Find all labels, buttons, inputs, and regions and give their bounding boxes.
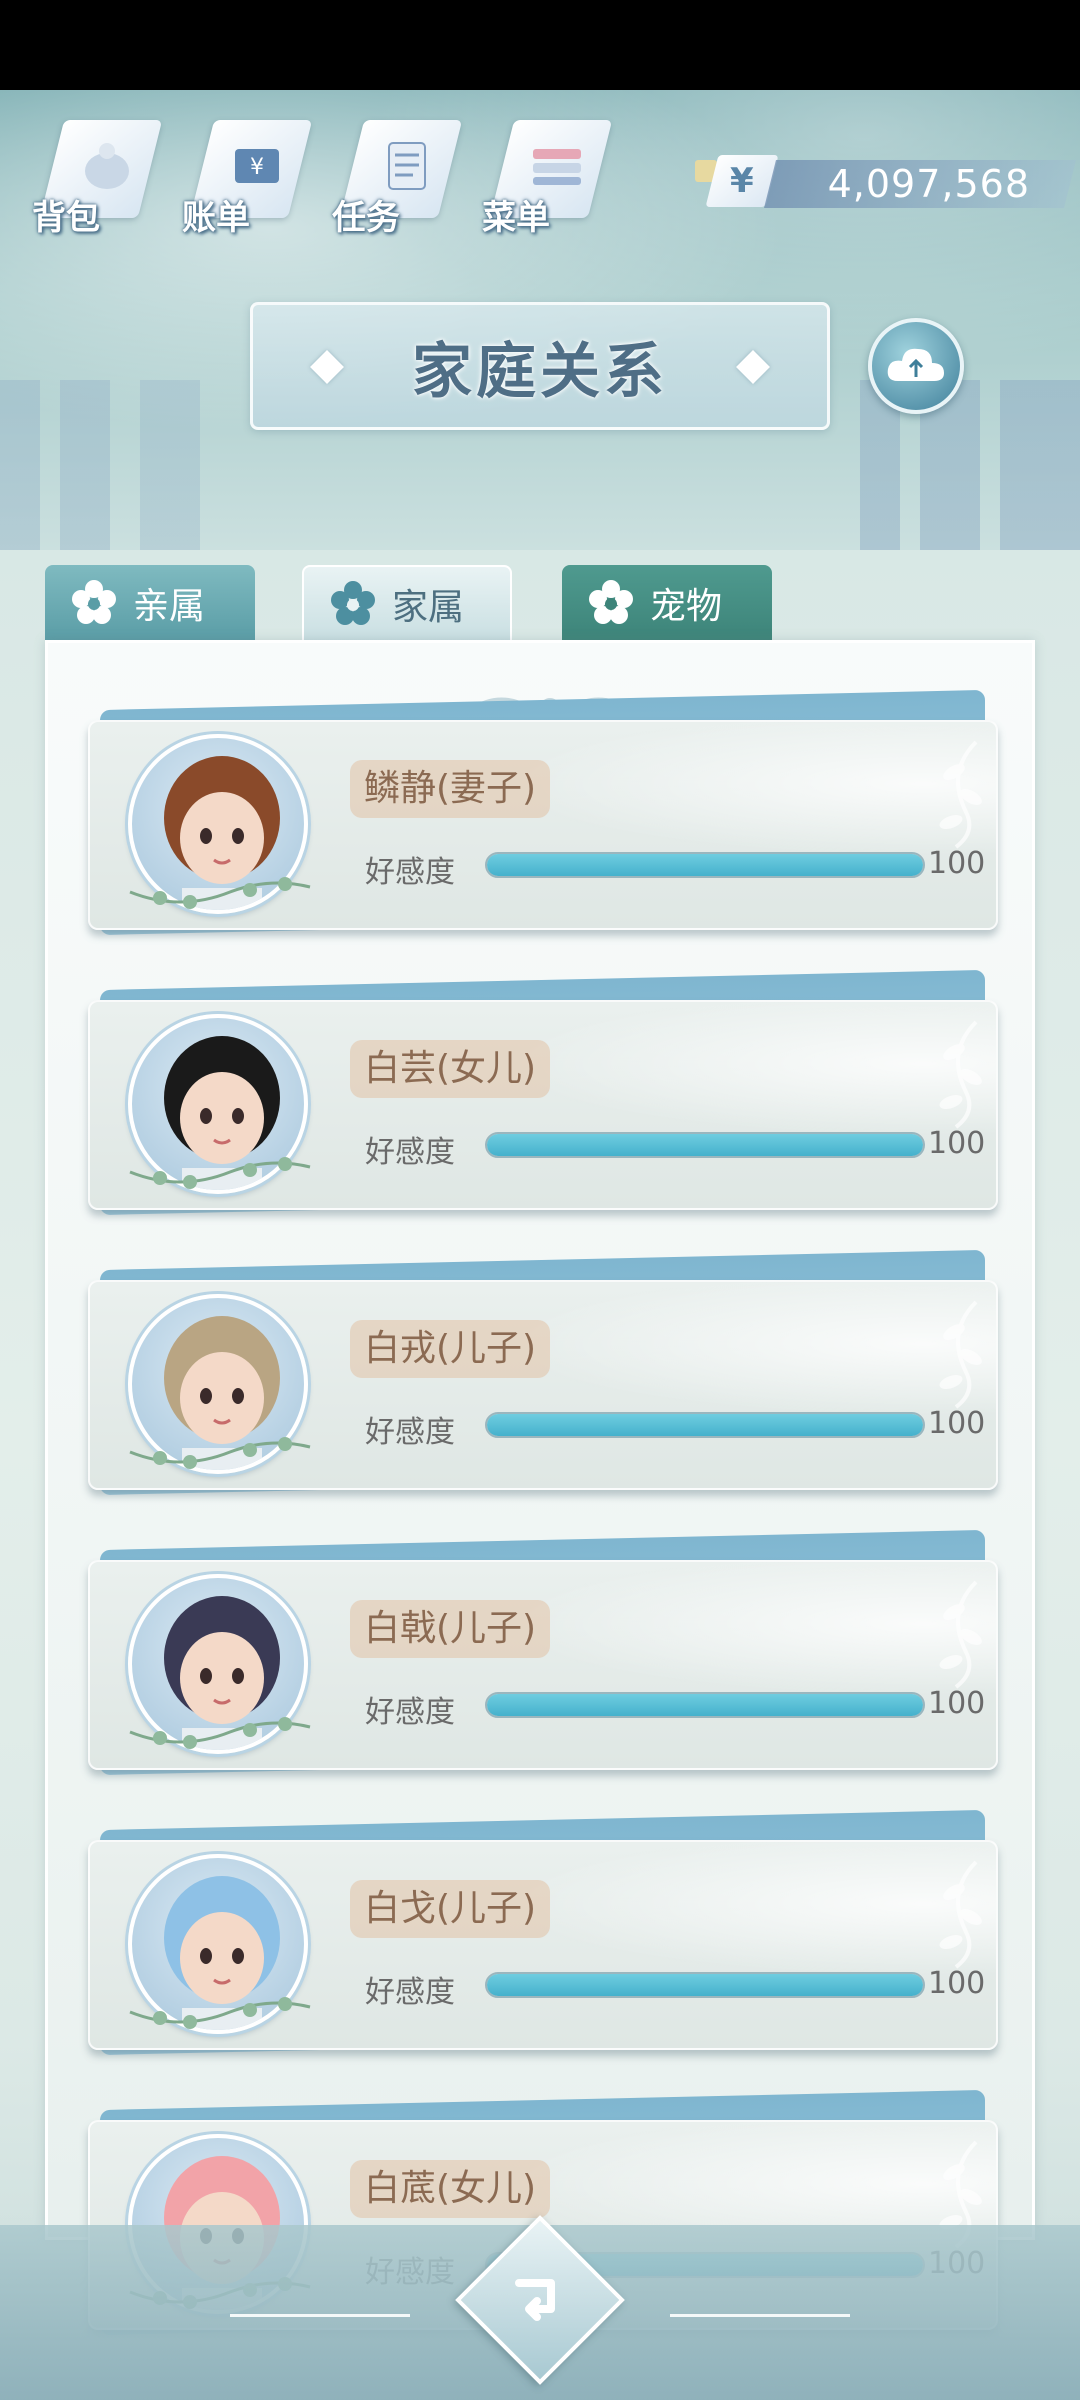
family-member-card[interactable]: 白戈(儿子) 好感度 100 — [88, 1809, 998, 2056]
leaf-decoration-icon — [939, 1860, 982, 1969]
affection-label: 好感度 — [365, 1415, 455, 1450]
vine-decoration-icon — [129, 1157, 311, 1189]
card-face: 白戟(儿子) 好感度 100 — [88, 1560, 998, 1770]
family-member-card[interactable]: 白芸(女儿) 好感度 100 — [88, 969, 998, 1216]
svg-text:¥: ¥ — [250, 155, 264, 180]
affection-bar — [485, 1132, 925, 1158]
nav-menu[interactable]: 菜单 — [470, 100, 620, 250]
affection-bar — [485, 1972, 925, 1998]
tab-family[interactable]: 家属 — [302, 565, 512, 641]
affection-bar-fill — [487, 854, 923, 876]
affection-value: 100 — [928, 846, 986, 881]
vine-decoration-icon — [129, 1437, 311, 1469]
affection-label: 好感度 — [365, 1695, 455, 1730]
currency-value: 4,097,568 — [827, 162, 1030, 206]
affection-value: 100 — [928, 1126, 986, 1161]
family-member-card[interactable]: 白戎(儿子) 好感度 100 — [88, 1249, 998, 1496]
vine-decoration-icon — [129, 1997, 311, 2029]
cloud-icon — [887, 348, 944, 381]
member-name: 白戈(儿子) — [350, 1880, 551, 1938]
card-face: 鳞静(妻子) 好感度 100 — [88, 720, 998, 930]
nav-task[interactable]: 任务 — [320, 100, 470, 250]
affection-bar — [485, 1692, 925, 1718]
affection-label: 好感度 — [365, 1135, 455, 1170]
flower-icon — [331, 581, 375, 625]
cloud-button[interactable] — [868, 318, 964, 414]
top-nav: 背包 ¥ 账单 任务 菜单 — [20, 100, 620, 250]
page-title-box: 家庭关系 — [250, 302, 830, 430]
leaf-decoration-icon — [939, 740, 982, 849]
card-face: 白戈(儿子) 好感度 100 — [88, 1840, 998, 2050]
affection-bar-fill — [487, 1414, 923, 1436]
tab-relatives[interactable]: 亲属 — [45, 565, 255, 641]
vine-decoration-icon — [129, 1717, 311, 1749]
tab-pets[interactable]: 宠物 — [562, 565, 772, 641]
affection-bar — [485, 852, 925, 878]
member-name: 鳞静(妻子) — [350, 760, 551, 818]
nav-bill[interactable]: ¥ 账单 — [170, 100, 320, 250]
diamond-icon — [736, 350, 770, 384]
divider — [670, 2314, 850, 2317]
affection-bar — [485, 1412, 925, 1438]
affection-label: 好感度 — [365, 1975, 455, 2010]
leaf-decoration-icon — [939, 1580, 982, 1689]
affection-bar-fill — [487, 1974, 923, 1996]
divider — [230, 2314, 410, 2317]
affection-label: 好感度 — [365, 855, 455, 890]
status-bar — [0, 0, 1080, 90]
flower-icon — [589, 580, 633, 624]
affection-value: 100 — [928, 1966, 986, 2001]
leaf-decoration-icon — [939, 1020, 982, 1129]
flower-icon — [72, 580, 116, 624]
affection-value: 100 — [928, 1686, 986, 1721]
back-arrow-icon — [480, 2240, 600, 2360]
leaf-decoration-icon — [939, 1300, 982, 1409]
card-face: 白戎(儿子) 好感度 100 — [88, 1280, 998, 1490]
diamond-icon — [310, 350, 344, 384]
family-member-card[interactable]: 鳞静(妻子) 好感度 100 — [88, 689, 998, 936]
family-member-card[interactable]: 白戟(儿子) 好感度 100 — [88, 1529, 998, 1776]
affection-bar-fill — [487, 1694, 923, 1716]
member-name: 白菧(女儿) — [350, 2160, 551, 2218]
member-name: 白戟(儿子) — [350, 1600, 551, 1658]
affection-value: 100 — [928, 1406, 986, 1441]
vine-decoration-icon — [129, 877, 311, 909]
card-face: 白芸(女儿) 好感度 100 — [88, 1000, 998, 1210]
page-title: 家庭关系 — [412, 336, 668, 407]
member-name: 白芸(女儿) — [350, 1040, 551, 1098]
nav-bag[interactable]: 背包 — [20, 100, 170, 250]
member-name: 白戎(儿子) — [350, 1320, 551, 1378]
affection-bar-fill — [487, 1134, 923, 1156]
